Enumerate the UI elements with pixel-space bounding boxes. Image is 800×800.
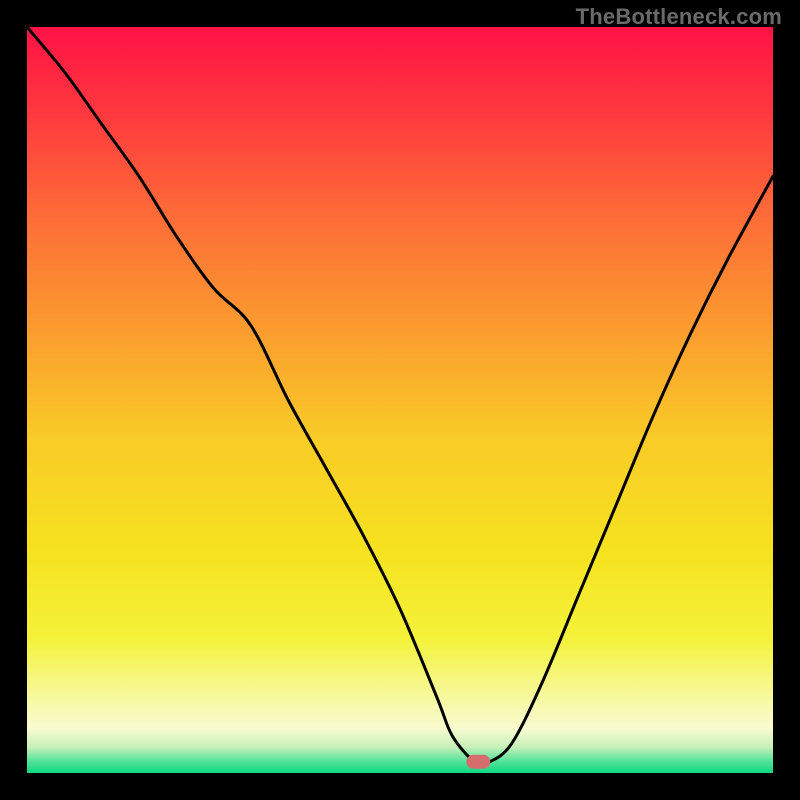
chart-frame: TheBottleneck.com xyxy=(0,0,800,800)
bottleneck-chart xyxy=(27,27,773,773)
plot-area xyxy=(27,27,773,773)
optimal-point-marker xyxy=(466,755,490,769)
watermark-text: TheBottleneck.com xyxy=(576,4,782,30)
